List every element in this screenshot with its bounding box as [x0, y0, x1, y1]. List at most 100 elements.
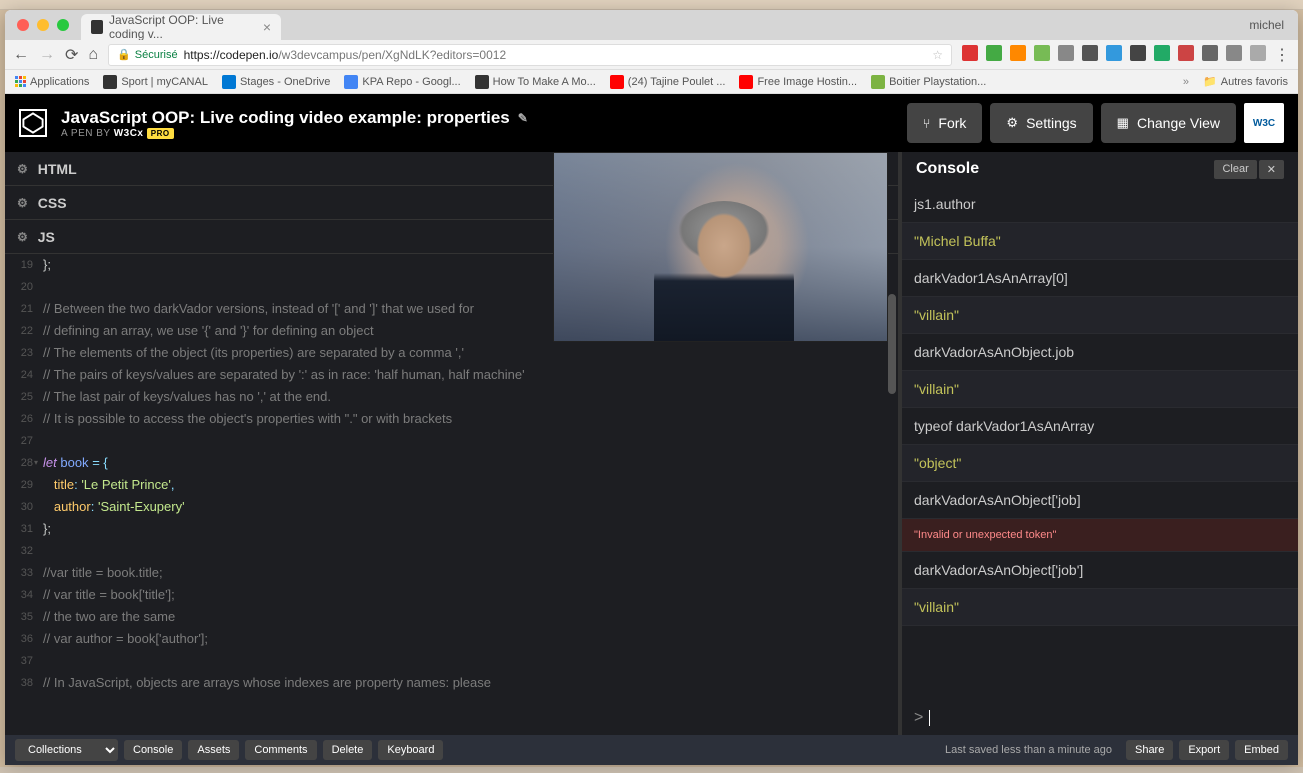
console-close-button[interactable]: ✕: [1259, 160, 1284, 179]
editor-scrollbar[interactable]: [888, 294, 896, 394]
console-input[interactable]: [936, 710, 1286, 726]
tab-close-icon[interactable]: ×: [263, 19, 271, 35]
apps-button[interactable]: Applications: [15, 76, 89, 88]
bookmark-item[interactable]: (24) Tajine Poulet ...: [610, 75, 726, 89]
bookmark-item[interactable]: Boitier Playstation...: [871, 75, 986, 89]
gear-icon[interactable]: ⚙: [17, 196, 28, 210]
ext-icon[interactable]: [1106, 45, 1122, 61]
footer-embed-button[interactable]: Embed: [1235, 740, 1288, 760]
window-maximize[interactable]: [57, 19, 69, 31]
console-error-row: "Invalid or unexpected token": [902, 519, 1298, 552]
console-output-row: "Michel Buffa": [902, 223, 1298, 260]
code-line[interactable]: 29 title: 'Le Petit Prince',: [5, 474, 898, 496]
code-line[interactable]: 32: [5, 540, 898, 562]
console-input-row: js1.author: [902, 186, 1298, 223]
ext-icon[interactable]: [1226, 45, 1242, 61]
footer-keyboard-button[interactable]: Keyboard: [378, 740, 443, 760]
codepen-footer: Collections Console Assets Comments Dele…: [5, 735, 1298, 765]
footer-share-button[interactable]: Share: [1126, 740, 1173, 760]
code-line[interactable]: 38// In JavaScript, objects are arrays w…: [5, 672, 898, 694]
layout-icon: ▦: [1117, 115, 1129, 131]
console-input-row: darkVador1AsAnArray[0]: [902, 260, 1298, 297]
console-header: Console Clear ✕: [902, 152, 1298, 186]
edit-title-icon[interactable]: ✎: [518, 111, 528, 125]
code-line[interactable]: 24// The pairs of keys/values are separa…: [5, 364, 898, 386]
console-clear-button[interactable]: Clear: [1214, 160, 1256, 179]
url-text: https://codepen.io/w3devcampus/pen/XgNdL…: [184, 48, 507, 62]
fork-button[interactable]: ⑂Fork: [907, 103, 983, 143]
footer-comments-button[interactable]: Comments: [245, 740, 316, 760]
window-controls: [5, 19, 81, 31]
secure-indicator: 🔒 Sécurisé: [117, 48, 178, 61]
code-line[interactable]: 37: [5, 650, 898, 672]
ext-icon[interactable]: [1154, 45, 1170, 61]
ext-icon[interactable]: [1178, 45, 1194, 61]
gear-icon[interactable]: ⚙: [17, 230, 28, 244]
code-line[interactable]: 25// The last pair of keys/values has no…: [5, 386, 898, 408]
ext-icon[interactable]: [1130, 45, 1146, 61]
tab-title: JavaScript OOP: Live coding v...: [109, 13, 257, 41]
text-cursor: [929, 710, 930, 726]
console-output-row: "villain": [902, 297, 1298, 334]
collections-dropdown[interactable]: Collections: [15, 739, 118, 761]
window-close[interactable]: [17, 19, 29, 31]
pen-byline: A PEN BY W3Cx PRO: [61, 128, 528, 139]
url-bar[interactable]: 🔒 Sécurisé https://codepen.io/w3devcampu…: [108, 44, 952, 66]
reload-icon[interactable]: ⟳: [65, 45, 78, 65]
fork-icon: ⑂: [923, 116, 931, 131]
chrome-tabstrip: JavaScript OOP: Live coding v... × miche…: [5, 10, 1298, 40]
bookmarks-overflow[interactable]: »: [1183, 76, 1189, 88]
macos-menubar: [0, 0, 1303, 10]
ext-icon[interactable]: [1082, 45, 1098, 61]
w3c-logo[interactable]: W3C: [1244, 103, 1284, 143]
code-line[interactable]: 33//var title = book.title;: [5, 562, 898, 584]
ext-icon[interactable]: [1034, 45, 1050, 61]
window-minimize[interactable]: [37, 19, 49, 31]
ext-icon[interactable]: [1250, 45, 1266, 61]
other-bookmarks[interactable]: 📁 Autres favoris: [1203, 75, 1288, 88]
code-line[interactable]: 26// It is possible to access the object…: [5, 408, 898, 430]
change-view-button[interactable]: ▦Change View: [1101, 103, 1236, 143]
editor-column: ⚙ HTML ⚙ CSS ⚙ JS 19};2021// Between the…: [5, 152, 898, 735]
save-status: Last saved less than a minute ago: [945, 744, 1112, 756]
code-line[interactable]: 30 author: 'Saint-Exupery': [5, 496, 898, 518]
console-panel: Console Clear ✕ js1.author"Michel Buffa"…: [898, 152, 1298, 735]
footer-export-button[interactable]: Export: [1179, 740, 1229, 760]
ext-icon[interactable]: [962, 45, 978, 61]
ext-icon[interactable]: [1058, 45, 1074, 61]
ext-icon[interactable]: [986, 45, 1002, 61]
chrome-profile[interactable]: michel: [1235, 18, 1298, 32]
footer-console-button[interactable]: Console: [124, 740, 182, 760]
footer-assets-button[interactable]: Assets: [188, 740, 239, 760]
code-line[interactable]: 28let book = {: [5, 452, 898, 474]
code-line[interactable]: 34// var title = book['title'];: [5, 584, 898, 606]
bookmark-item[interactable]: KPA Repo - Googl...: [344, 75, 460, 89]
bookmark-item[interactable]: Stages - OneDrive: [222, 75, 330, 89]
bookmark-item[interactable]: Free Image Hostin...: [739, 75, 857, 89]
console-prompt[interactable]: >: [902, 701, 1298, 735]
chrome-window: JavaScript OOP: Live coding v... × miche…: [5, 10, 1298, 765]
console-input-row: darkVadorAsAnObject['job]: [902, 482, 1298, 519]
settings-button[interactable]: ⚙Settings: [990, 103, 1092, 143]
gear-icon[interactable]: ⚙: [17, 162, 28, 176]
ext-icon[interactable]: [1010, 45, 1026, 61]
code-line[interactable]: 35// the two are the same: [5, 606, 898, 628]
ext-icon[interactable]: [1202, 45, 1218, 61]
code-line[interactable]: 36// var author = book['author'];: [5, 628, 898, 650]
home-icon[interactable]: ⌂: [88, 46, 98, 64]
code-line[interactable]: 23// The elements of the object (its pro…: [5, 342, 898, 364]
browser-tab[interactable]: JavaScript OOP: Live coding v... ×: [81, 14, 281, 40]
code-line[interactable]: 27: [5, 430, 898, 452]
footer-delete-button[interactable]: Delete: [323, 740, 373, 760]
code-line[interactable]: 31};: [5, 518, 898, 540]
bookmark-item[interactable]: Sport | myCANAL: [103, 75, 208, 89]
bookmark-item[interactable]: How To Make A Mo...: [475, 75, 596, 89]
menu-icon[interactable]: ⋮: [1274, 45, 1290, 65]
back-icon[interactable]: ←: [13, 46, 29, 64]
star-icon[interactable]: ☆: [932, 48, 943, 62]
macos-dock[interactable]: [0, 767, 1303, 773]
codepen-logo[interactable]: [19, 109, 47, 137]
codepen-app: JavaScript OOP: Live coding video exampl…: [5, 94, 1298, 765]
forward-icon[interactable]: →: [39, 46, 55, 64]
gear-icon: ⚙: [1006, 115, 1018, 131]
